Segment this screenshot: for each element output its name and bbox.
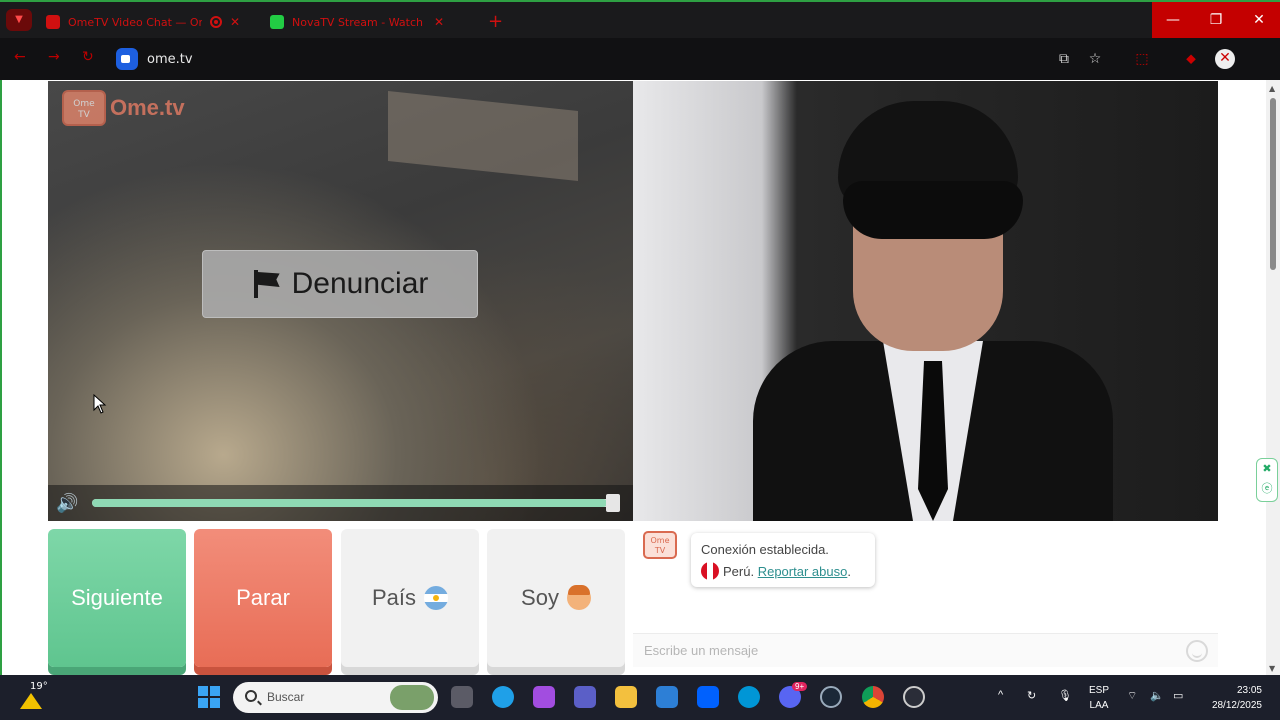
file-explorer-icon[interactable] [615, 686, 637, 708]
tab-ometv[interactable]: OmeTV Video Chat — Ome ✕ [38, 8, 258, 36]
stop-label: Parar [236, 585, 290, 610]
message-input[interactable]: Escribe un mensaje [633, 633, 1218, 667]
bookmark-star-icon[interactable]: ☆ [1086, 50, 1104, 68]
stop-button[interactable]: Parar [194, 529, 332, 667]
report-label: Denunciar [291, 267, 429, 300]
store-icon[interactable] [656, 686, 678, 708]
install-app-icon[interactable]: ⧉ [1055, 50, 1073, 68]
extension-icon[interactable]: ⬥ [1182, 50, 1200, 68]
taskbar-search[interactable]: Buscar [233, 682, 438, 713]
person-image [753, 91, 1113, 521]
weather-warning-icon [20, 693, 42, 709]
weather-widget[interactable]: 19° [18, 681, 48, 711]
novatv-favicon-icon [270, 15, 284, 29]
url-field[interactable]: ome.tv [147, 52, 193, 67]
gender-button[interactable]: Soy [487, 529, 625, 667]
close-tab-icon[interactable]: ✕ [230, 15, 240, 29]
scroll-up-icon[interactable]: ▲ [1269, 84, 1275, 93]
tab-title: OmeTV Video Chat — Ome [68, 15, 202, 29]
volume-control: 🔊 [48, 485, 633, 521]
extension-e-icon[interactable]: ⓔ [1257, 479, 1277, 499]
language-indicator[interactable]: ESP LAA [1089, 683, 1109, 713]
show-hidden-icons-icon[interactable]: ^ [998, 689, 1003, 701]
connection-text: Conexión establecida. [701, 542, 829, 557]
app-icon[interactable] [903, 686, 925, 708]
mouse-cursor-icon [93, 394, 107, 414]
battery-icon[interactable]: ▭ [1173, 689, 1183, 702]
boy-icon [566, 585, 591, 610]
tab-novatv[interactable]: NovaTV Stream - Watch Live ✕ [262, 8, 482, 36]
next-label: Siguiente [71, 585, 163, 610]
search-icon [245, 690, 257, 702]
profile-avatar-icon[interactable]: ✕ [1215, 49, 1235, 69]
system-message: Conexión establecida. Perú. Reportar abu… [691, 533, 875, 587]
peru-flag-icon [701, 562, 719, 580]
windows-start-icon[interactable] [198, 686, 220, 708]
ometv-chat-icon: Ome TV [643, 531, 677, 559]
side-extension-widget[interactable]: ✖ ⓔ [1256, 458, 1278, 502]
clock[interactable]: 23:05 28/12/2025 [1212, 683, 1262, 713]
local-video [633, 81, 1218, 521]
reload-icon[interactable]: ↻ [82, 49, 94, 65]
close-window-button[interactable]: ✕ [1238, 2, 1280, 40]
gender-label: Soy [521, 585, 559, 610]
country-text: Perú. [723, 564, 755, 579]
task-view-icon[interactable] [451, 686, 473, 708]
chat-panel: Ome TV Conexión establecida. Perú. Report… [633, 521, 1218, 667]
date: 28/12/2025 [1211, 700, 1262, 711]
forward-arrow-icon[interactable]: → [48, 49, 60, 65]
tab-title: NovaTV Stream - Watch Live [292, 15, 426, 29]
new-tab-button[interactable]: + [488, 11, 503, 32]
volume-slider[interactable] [92, 499, 618, 507]
background-window [388, 91, 578, 181]
ometv-favicon-icon [46, 15, 60, 29]
scrollbar-thumb[interactable] [1270, 98, 1276, 270]
volume-fill [92, 499, 608, 507]
volume-handle[interactable] [606, 494, 620, 512]
taskbar: 19° Buscar 9+ ^ ↻ 🎙 ESP LAA ⌔ 🔈 ▭ 23:05 … [0, 675, 1280, 720]
temperature: 19° [30, 681, 48, 692]
message-placeholder: Escribe un mensaje [644, 643, 759, 658]
argentina-flag-icon [424, 586, 449, 610]
search-highlight-image [390, 685, 434, 710]
tab-bar: ▼ OmeTV Video Chat — Ome ✕ NovaTV Stream… [0, 0, 1280, 40]
country-button[interactable]: País [341, 529, 479, 667]
time: 23:05 [1236, 685, 1262, 696]
discord-badge: 9+ [792, 682, 808, 691]
tab-search-button[interactable]: ▼ [6, 9, 32, 31]
copilot-icon[interactable] [533, 686, 555, 708]
microphone-icon[interactable]: 🎙 [1058, 689, 1072, 702]
flag-icon [252, 270, 280, 298]
scroll-down-icon[interactable]: ▼ [1269, 664, 1275, 673]
scrollbar[interactable]: ▲ ▼ [1266, 80, 1280, 675]
sync-icon[interactable]: ↻ [1027, 689, 1036, 702]
dropbox-icon[interactable] [697, 686, 719, 708]
brand-name: Ome.tv [110, 95, 185, 120]
emoji-icon[interactable] [1186, 640, 1208, 662]
teams-icon[interactable] [574, 686, 596, 708]
minimize-button[interactable]: — [1152, 2, 1194, 40]
close-tab-icon[interactable]: ✕ [434, 15, 444, 29]
window-controls: — ❐ ✕ [1152, 2, 1280, 40]
country-label: País [371, 585, 417, 610]
back-arrow-icon[interactable]: ← [14, 49, 26, 65]
extensions-puzzle-icon[interactable]: ⬚ [1133, 50, 1151, 68]
ometv-logo: Ome TV Ome.tv [62, 90, 185, 126]
chrome-icon[interactable] [862, 686, 884, 708]
site-camera-icon[interactable] [116, 48, 138, 70]
recording-icon [210, 16, 222, 28]
restore-button[interactable]: ❐ [1195, 2, 1237, 40]
next-button[interactable]: Siguiente [48, 529, 186, 667]
close-icon[interactable]: ✖ [1257, 459, 1277, 479]
hp-icon[interactable] [738, 686, 760, 708]
search-placeholder: Buscar [267, 690, 305, 704]
report-abuse-link[interactable]: Reportar abuso [758, 564, 848, 579]
tv-icon: Ome TV [62, 90, 106, 126]
wifi-icon[interactable]: ⌔ [1127, 689, 1137, 703]
report-button[interactable]: Denunciar [202, 250, 478, 318]
steam-icon[interactable] [820, 686, 842, 708]
edge-icon[interactable] [492, 686, 514, 708]
speaker-icon[interactable]: 🔊 [56, 493, 82, 514]
volume-icon[interactable]: 🔈 [1150, 689, 1164, 702]
